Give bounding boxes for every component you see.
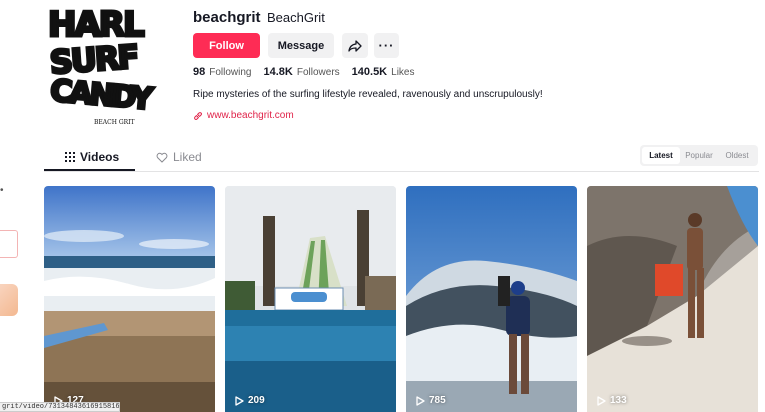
video-card[interactable]: 209 <box>225 186 396 412</box>
liked-hidden-icon <box>156 152 168 163</box>
sidebar-partial-marker: • <box>0 185 4 196</box>
tab-liked[interactable]: Liked <box>156 150 202 164</box>
nickname: BeachGrit <box>267 10 325 25</box>
share-icon <box>348 39 362 52</box>
play-icon <box>597 395 606 406</box>
play-icon <box>235 395 244 406</box>
profile-avatar: HARL SURF CANDY BEACH GRIT <box>42 2 170 128</box>
sort-popular[interactable]: Popular <box>680 147 718 164</box>
following-count: 98 <box>193 66 206 78</box>
video-card[interactable]: 785 <box>406 186 577 412</box>
video-thumbnail <box>587 186 758 412</box>
share-button[interactable] <box>342 33 368 58</box>
video-thumbnail <box>406 186 577 412</box>
view-count-text: 209 <box>248 395 265 406</box>
profile-link-text[interactable]: www.beachgrit.com <box>207 110 294 121</box>
logo-subtext: BEACH GRIT <box>94 119 135 126</box>
followers-label: Followers <box>296 67 340 78</box>
following-stat[interactable]: 98 Following <box>193 66 252 78</box>
more-options-button[interactable]: ··· <box>374 33 399 58</box>
view-count: 785 <box>416 395 446 406</box>
status-bar-url: grit/video/7313484361691581698 <box>0 402 120 412</box>
follow-button[interactable]: Follow <box>193 33 260 58</box>
view-count: 209 <box>235 395 265 406</box>
video-card[interactable]: 127 <box>44 186 215 412</box>
tab-videos[interactable]: Videos <box>65 150 119 164</box>
followers-stat[interactable]: 14.8K Followers <box>264 66 340 78</box>
link-icon <box>194 111 202 120</box>
username: beachgrit <box>193 9 261 26</box>
view-count: 133 <box>597 395 627 406</box>
video-thumbnail <box>225 186 396 412</box>
profile-stats: 98 Following 14.8K Followers 140.5K Likes <box>193 66 415 78</box>
tab-videos-label: Videos <box>80 150 120 164</box>
sidebar-partial-thumbnail[interactable] <box>0 284 18 316</box>
likes-label: Likes <box>391 67 415 78</box>
view-count-text: 133 <box>610 395 627 406</box>
video-card[interactable]: 133 <box>587 186 758 412</box>
sort-latest[interactable]: Latest <box>642 147 680 164</box>
sort-oldest[interactable]: Oldest <box>718 147 756 164</box>
grid-icon <box>65 152 75 162</box>
profile-link[interactable]: www.beachgrit.com <box>193 110 294 121</box>
video-thumbnail <box>44 186 215 412</box>
view-count-text: 785 <box>429 395 446 406</box>
likes-count: 140.5K <box>351 66 388 78</box>
tab-divider <box>44 171 759 172</box>
play-icon <box>416 395 425 406</box>
following-label: Following <box>209 67 252 78</box>
likes-stat: 140.5K Likes <box>352 66 415 78</box>
tab-active-indicator <box>44 169 135 171</box>
followers-count: 14.8K <box>263 66 293 78</box>
tab-liked-label: Liked <box>173 150 202 164</box>
profile-bio: Ripe mysteries of the surfing lifestyle … <box>193 89 543 100</box>
sort-segmented-control: Latest Popular Oldest <box>640 145 758 166</box>
message-button[interactable]: Message <box>268 33 334 58</box>
sidebar-partial-box[interactable] <box>0 230 18 258</box>
